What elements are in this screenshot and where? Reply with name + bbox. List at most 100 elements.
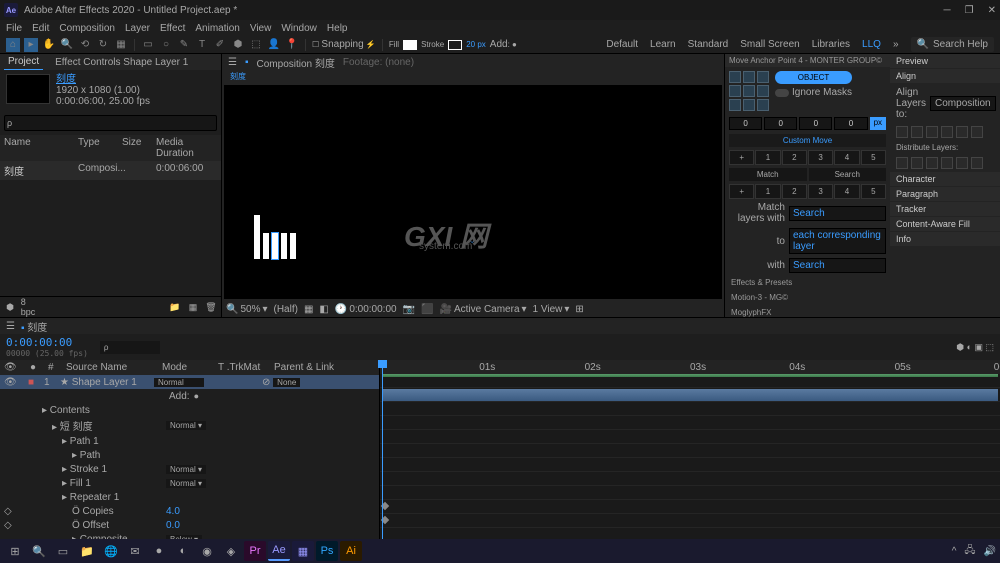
with-input[interactable]: Search — [789, 258, 886, 273]
close-button[interactable]: ✕ — [988, 5, 996, 16]
home-tool[interactable]: ⌂ — [6, 38, 20, 52]
slot-4[interactable]: 4 — [834, 150, 859, 165]
channel-icon[interactable]: ⬛ — [421, 304, 433, 315]
ps-icon[interactable]: Ps — [316, 541, 338, 561]
edge-icon[interactable]: 🌐 — [100, 541, 122, 561]
align-panel[interactable]: Align — [890, 69, 1000, 83]
stamp-tool[interactable]: ⬢ — [231, 38, 245, 52]
mslot-1[interactable]: 1 — [755, 184, 780, 199]
align-hcenter-icon[interactable] — [911, 126, 923, 138]
caf-panel[interactable]: Content-Aware Fill — [890, 217, 1000, 231]
add-label[interactable]: Add: ● — [490, 39, 517, 50]
property-row[interactable]: ▸ Path — [0, 448, 379, 462]
snapshot-icon[interactable]: 📷 — [403, 304, 415, 315]
pen-tool[interactable]: ✎ — [177, 38, 191, 52]
chrome-icon[interactable]: ● — [148, 541, 170, 561]
object-button[interactable]: OBJECT — [775, 71, 852, 84]
motion3-section[interactable]: Motion-3 - MG© — [725, 290, 890, 305]
minimize-button[interactable]: ─ — [944, 5, 951, 16]
effects-presets-section[interactable]: Effects & Presets — [725, 275, 890, 290]
ws-libraries[interactable]: Libraries — [812, 39, 850, 50]
search-help[interactable]: 🔍 Search Help — [911, 37, 994, 52]
ws-more[interactable]: » — [893, 39, 899, 50]
add-row[interactable]: Add: ● — [0, 389, 379, 403]
zoom-tool[interactable]: 🔍 — [60, 38, 74, 52]
menu-help[interactable]: Help — [327, 23, 348, 34]
breadcrumb[interactable]: 刻度 — [222, 70, 724, 83]
tab-composition[interactable]: Composition 刻度 — [257, 55, 335, 70]
property-row[interactable]: ▸ Contents — [0, 403, 379, 417]
puppet-tool[interactable]: 📍 — [285, 38, 299, 52]
viewer-canvas[interactable]: ◇ GXI 网 system.com — [224, 85, 722, 299]
slot-5[interactable]: 5 — [861, 150, 886, 165]
ws-standard[interactable]: Standard — [688, 39, 729, 50]
layer-row[interactable]: 👁■ 1 ★ Shape Layer 1 Normal ⊘ None — [0, 375, 379, 389]
character-panel[interactable]: Character — [890, 172, 1000, 186]
col-parent[interactable]: Parent & Link — [274, 362, 334, 373]
property-row[interactable]: ◇Ö Copies4.0 — [0, 504, 379, 518]
zoom-dropdown[interactable]: 🔍 50% ▾ — [226, 304, 268, 315]
slot-3[interactable]: 3 — [808, 150, 833, 165]
dist-6-icon[interactable] — [971, 157, 983, 169]
app1-icon[interactable]: ◐ — [172, 541, 194, 561]
rect-tool[interactable]: ▭ — [141, 38, 155, 52]
selection-tool[interactable]: ▸ — [24, 38, 38, 52]
col-source[interactable]: Source Name — [66, 362, 156, 373]
search-taskbar[interactable]: 🔍 — [28, 541, 50, 561]
col-size[interactable]: Size — [122, 137, 152, 159]
timecode[interactable]: 0:00:00:00 — [6, 336, 88, 349]
tl-icons[interactable]: ⬢ ◐ ▣ ⬚ — [956, 342, 994, 353]
ae-icon[interactable]: Ae — [268, 541, 290, 561]
hand-tool[interactable]: ✋ — [42, 38, 56, 52]
premiere-icon[interactable]: Pr — [244, 541, 266, 561]
snap-toggle[interactable]: ☐ Snapping ⚡ — [312, 39, 376, 50]
layer-clip[interactable] — [382, 389, 998, 401]
tl-tab[interactable]: ▪ 刻度 — [21, 319, 47, 334]
menu-animation[interactable]: Animation — [195, 23, 239, 34]
view-dropdown[interactable]: 1 View ▾ — [533, 304, 570, 315]
mask-icon[interactable]: ◧ — [319, 304, 328, 315]
ws-active[interactable]: LLQ — [862, 39, 881, 50]
bpc-button[interactable]: 8 bpc — [21, 300, 35, 314]
match-button[interactable]: Match — [729, 168, 807, 181]
mslot-5[interactable]: 5 — [861, 184, 886, 199]
start-button[interactable]: ⊞ — [4, 541, 26, 561]
property-row[interactable]: ▸ Path 1 — [0, 434, 379, 448]
interpret-icon[interactable]: ⬢ — [3, 300, 17, 314]
orbit-tool[interactable]: ⟲ — [78, 38, 92, 52]
maximize-button[interactable]: ❐ — [965, 5, 974, 16]
to-select[interactable]: each corresponding layer — [789, 228, 886, 254]
timeline-tracks[interactable]: 01s 02s 03s 04s 05s 06s — [380, 360, 1000, 542]
tray-up-icon[interactable]: ^ — [952, 546, 957, 557]
taskview-icon[interactable]: ▭ — [52, 541, 74, 561]
ignore-masks-toggle[interactable]: Ignore Masks — [775, 87, 852, 98]
num-input-4[interactable] — [834, 117, 867, 130]
num-input-3[interactable] — [799, 117, 832, 130]
time-ruler[interactable]: 01s 02s 03s 04s 05s 06s — [380, 360, 1000, 374]
text-tool[interactable]: T — [195, 38, 209, 52]
new-comp-icon[interactable]: ▦ — [186, 300, 200, 314]
menu-composition[interactable]: Composition — [59, 23, 115, 34]
dist-5-icon[interactable] — [956, 157, 968, 169]
dist-3-icon[interactable] — [926, 157, 938, 169]
info-panel[interactable]: Info — [890, 232, 1000, 246]
stroke-width[interactable]: 20 px — [466, 40, 486, 49]
ws-learn[interactable]: Learn — [650, 39, 676, 50]
col-trkmat[interactable]: T .TrkMat — [218, 362, 268, 373]
menu-window[interactable]: Window — [281, 23, 317, 34]
app3-icon[interactable]: ◈ — [220, 541, 242, 561]
ws-default[interactable]: Default — [606, 39, 638, 50]
tab-footage[interactable]: Footage: (none) — [343, 57, 414, 68]
shape-bars[interactable] — [254, 215, 296, 259]
custom-move-button[interactable]: Custom Move — [729, 134, 886, 147]
search-button[interactable]: Search — [809, 168, 887, 181]
tray-vol-icon[interactable]: 🔊 — [984, 546, 996, 557]
align-right-icon[interactable] — [926, 126, 938, 138]
dist-2-icon[interactable] — [911, 157, 923, 169]
align-top-icon[interactable] — [941, 126, 953, 138]
tl-search[interactable]: ρ — [100, 341, 160, 354]
property-row[interactable]: ▸ Fill 1Normal ▾ — [0, 476, 379, 490]
col-mode[interactable]: Mode — [162, 362, 212, 373]
project-search[interactable]: ρ — [4, 115, 217, 131]
px-button[interactable]: px — [870, 117, 886, 130]
